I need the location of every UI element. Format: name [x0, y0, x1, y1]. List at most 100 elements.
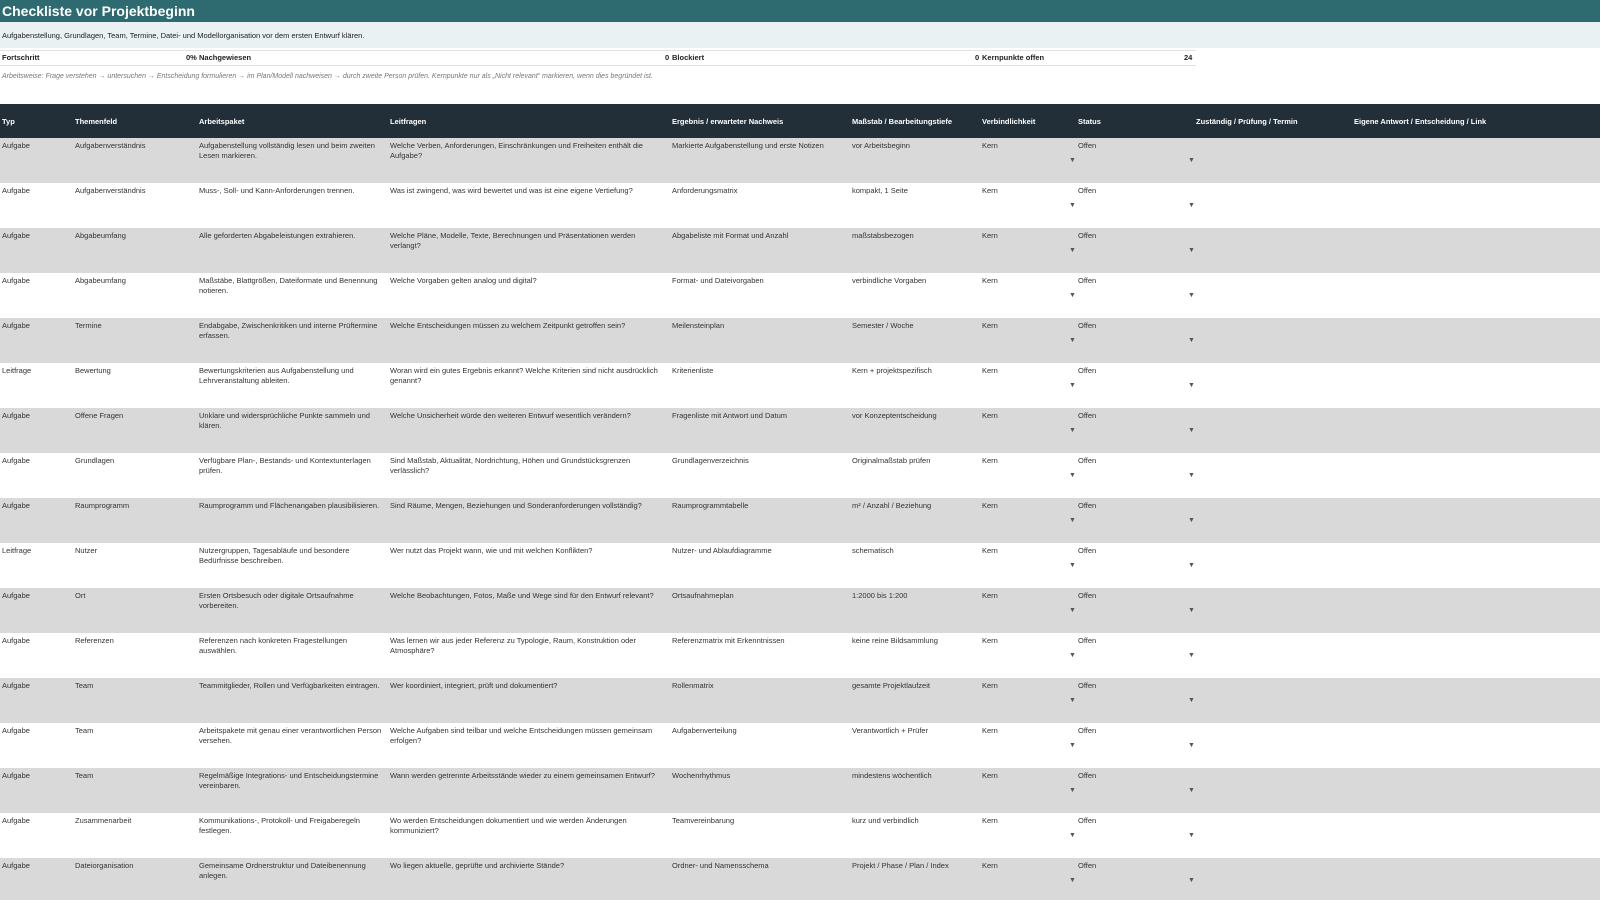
status-dropdown-icon[interactable]: ▼: [1188, 831, 1195, 841]
cell-status[interactable]: Offen: [1078, 456, 1188, 466]
cell-typ[interactable]: Aufgabe: [2, 771, 70, 781]
cell-typ[interactable]: Leitfrage: [2, 546, 70, 556]
cell-leitfragen[interactable]: Welche Verben, Anforderungen, Einschränk…: [390, 141, 668, 161]
cell-status[interactable]: Offen: [1078, 726, 1188, 736]
cell-ergebnis[interactable]: Markierte Aufgabenstellung und erste Not…: [672, 141, 850, 151]
cell-massstab[interactable]: 1:2000 bis 1:200: [852, 591, 980, 601]
col-header-leitfragen[interactable]: Leitfragen: [390, 117, 426, 126]
cell-leitfragen[interactable]: Wann werden getrennte Arbeitsstände wied…: [390, 771, 668, 781]
verbindlichkeit-dropdown-icon[interactable]: ▼: [1069, 201, 1076, 211]
verbindlichkeit-dropdown-icon[interactable]: ▼: [1069, 336, 1076, 346]
status-dropdown-icon[interactable]: ▼: [1188, 741, 1195, 751]
cell-typ[interactable]: Aufgabe: [2, 186, 70, 196]
cell-arbeitspaket[interactable]: Gemeinsame Ordnerstruktur und Dateibenen…: [199, 861, 385, 881]
cell-status[interactable]: Offen: [1078, 231, 1188, 241]
status-dropdown-icon[interactable]: ▼: [1188, 561, 1195, 571]
cell-arbeitspaket[interactable]: Regelmäßige Integrations- und Entscheidu…: [199, 771, 385, 791]
cell-ergebnis[interactable]: Kriterienliste: [672, 366, 850, 376]
cell-status[interactable]: Offen: [1078, 321, 1188, 331]
cell-status[interactable]: Offen: [1078, 366, 1188, 376]
cell-ergebnis[interactable]: Referenzmatrix mit Erkenntnissen: [672, 636, 850, 646]
cell-verbindlichkeit[interactable]: Kern: [982, 861, 1074, 871]
cell-leitfragen[interactable]: Woran wird ein gutes Ergebnis erkannt? W…: [390, 366, 668, 386]
verbindlichkeit-dropdown-icon[interactable]: ▼: [1069, 831, 1076, 841]
open-core-value[interactable]: 24: [1184, 53, 1192, 62]
verbindlichkeit-dropdown-icon[interactable]: ▼: [1069, 606, 1076, 616]
cell-ergebnis[interactable]: Nutzer- und Ablaufdiagramme: [672, 546, 850, 556]
cell-leitfragen[interactable]: Welche Pläne, Modelle, Texte, Berechnung…: [390, 231, 668, 251]
cell-verbindlichkeit[interactable]: Kern: [982, 636, 1074, 646]
cell-massstab[interactable]: vor Arbeitsbeginn: [852, 141, 980, 151]
cell-status[interactable]: Offen: [1078, 861, 1188, 871]
cell-status[interactable]: Offen: [1078, 771, 1188, 781]
status-dropdown-icon[interactable]: ▼: [1188, 201, 1195, 211]
cell-verbindlichkeit[interactable]: Kern: [982, 681, 1074, 691]
cell-themenfeld[interactable]: Offene Fragen: [75, 411, 193, 421]
cell-arbeitspaket[interactable]: Arbeitspakete mit genau einer verantwort…: [199, 726, 385, 746]
cell-verbindlichkeit[interactable]: Kern: [982, 771, 1074, 781]
cell-themenfeld[interactable]: Abgabeumfang: [75, 231, 193, 241]
cell-ergebnis[interactable]: Format- und Dateivorgaben: [672, 276, 850, 286]
cell-typ[interactable]: Aufgabe: [2, 636, 70, 646]
cell-ergebnis[interactable]: Wochenrhythmus: [672, 771, 850, 781]
cell-ergebnis[interactable]: Aufgabenverteilung: [672, 726, 850, 736]
cell-typ[interactable]: Aufgabe: [2, 816, 70, 826]
cell-massstab[interactable]: vor Konzeptentscheidung: [852, 411, 980, 421]
cell-themenfeld[interactable]: Termine: [75, 321, 193, 331]
cell-verbindlichkeit[interactable]: Kern: [982, 411, 1074, 421]
cell-status[interactable]: Offen: [1078, 636, 1188, 646]
cell-massstab[interactable]: mindestens wöchentlich: [852, 771, 980, 781]
cell-massstab[interactable]: Verantwortlich + Prüfer: [852, 726, 980, 736]
col-header-arbeitspaket[interactable]: Arbeitspaket: [199, 117, 244, 126]
cell-typ[interactable]: Aufgabe: [2, 861, 70, 871]
cell-massstab[interactable]: maßstabsbezogen: [852, 231, 980, 241]
cell-leitfragen[interactable]: Wo werden Entscheidungen dokumentiert un…: [390, 816, 668, 836]
status-dropdown-icon[interactable]: ▼: [1188, 696, 1195, 706]
cell-massstab[interactable]: Originalmaßstab prüfen: [852, 456, 980, 466]
cell-status[interactable]: Offen: [1078, 546, 1188, 556]
cell-themenfeld[interactable]: Team: [75, 771, 193, 781]
cell-status[interactable]: Offen: [1078, 591, 1188, 601]
cell-themenfeld[interactable]: Team: [75, 726, 193, 736]
cell-themenfeld[interactable]: Ort: [75, 591, 193, 601]
verbindlichkeit-dropdown-icon[interactable]: ▼: [1069, 291, 1076, 301]
cell-massstab[interactable]: keine reine Bildsammlung: [852, 636, 980, 646]
cell-massstab[interactable]: schematisch: [852, 546, 980, 556]
status-dropdown-icon[interactable]: ▼: [1188, 786, 1195, 796]
cell-status[interactable]: Offen: [1078, 186, 1188, 196]
cell-ergebnis[interactable]: Rollenmatrix: [672, 681, 850, 691]
cell-verbindlichkeit[interactable]: Kern: [982, 591, 1074, 601]
cell-themenfeld[interactable]: Raumprogramm: [75, 501, 193, 511]
cell-verbindlichkeit[interactable]: Kern: [982, 141, 1074, 151]
cell-leitfragen[interactable]: Sind Maßstab, Aktualität, Nordrichtung, …: [390, 456, 668, 476]
cell-leitfragen[interactable]: Was lernen wir aus jeder Referenz zu Typ…: [390, 636, 668, 656]
cell-verbindlichkeit[interactable]: Kern: [982, 366, 1074, 376]
col-header-eigene-antwort[interactable]: Eigene Antwort / Entscheidung / Link: [1354, 117, 1486, 126]
cell-typ[interactable]: Aufgabe: [2, 276, 70, 286]
cell-massstab[interactable]: kompakt, 1 Seite: [852, 186, 980, 196]
cell-massstab[interactable]: kurz und verbindlich: [852, 816, 980, 826]
cell-status[interactable]: Offen: [1078, 141, 1188, 151]
cell-arbeitspaket[interactable]: Ersten Ortsbesuch oder digitale Ortsaufn…: [199, 591, 385, 611]
cell-arbeitspaket[interactable]: Aufgabenstellung vollständig lesen und b…: [199, 141, 385, 161]
cell-massstab[interactable]: Semester / Woche: [852, 321, 980, 331]
cell-arbeitspaket[interactable]: Maßstäbe, Blattgrößen, Dateiformate und …: [199, 276, 385, 296]
cell-typ[interactable]: Leitfrage: [2, 366, 70, 376]
status-dropdown-icon[interactable]: ▼: [1188, 156, 1195, 166]
cell-typ[interactable]: Aufgabe: [2, 141, 70, 151]
cell-leitfragen[interactable]: Welche Vorgaben gelten analog und digita…: [390, 276, 668, 286]
cell-arbeitspaket[interactable]: Raumprogramm und Flächenangaben plausibi…: [199, 501, 385, 511]
cell-verbindlichkeit[interactable]: Kern: [982, 456, 1074, 466]
cell-themenfeld[interactable]: Bewertung: [75, 366, 193, 376]
cell-ergebnis[interactable]: Fragenliste mit Antwort und Datum: [672, 411, 850, 421]
cell-ergebnis[interactable]: Grundlagenverzeichnis: [672, 456, 850, 466]
cell-typ[interactable]: Aufgabe: [2, 501, 70, 511]
status-dropdown-icon[interactable]: ▼: [1188, 471, 1195, 481]
cell-verbindlichkeit[interactable]: Kern: [982, 816, 1074, 826]
cell-leitfragen[interactable]: Welche Entscheidungen müssen zu welchem …: [390, 321, 668, 331]
status-dropdown-icon[interactable]: ▼: [1188, 381, 1195, 391]
status-dropdown-icon[interactable]: ▼: [1188, 426, 1195, 436]
cell-arbeitspaket[interactable]: Bewertungskriterien aus Aufgabenstellung…: [199, 366, 385, 386]
cell-status[interactable]: Offen: [1078, 816, 1188, 826]
status-dropdown-icon[interactable]: ▼: [1188, 876, 1195, 886]
